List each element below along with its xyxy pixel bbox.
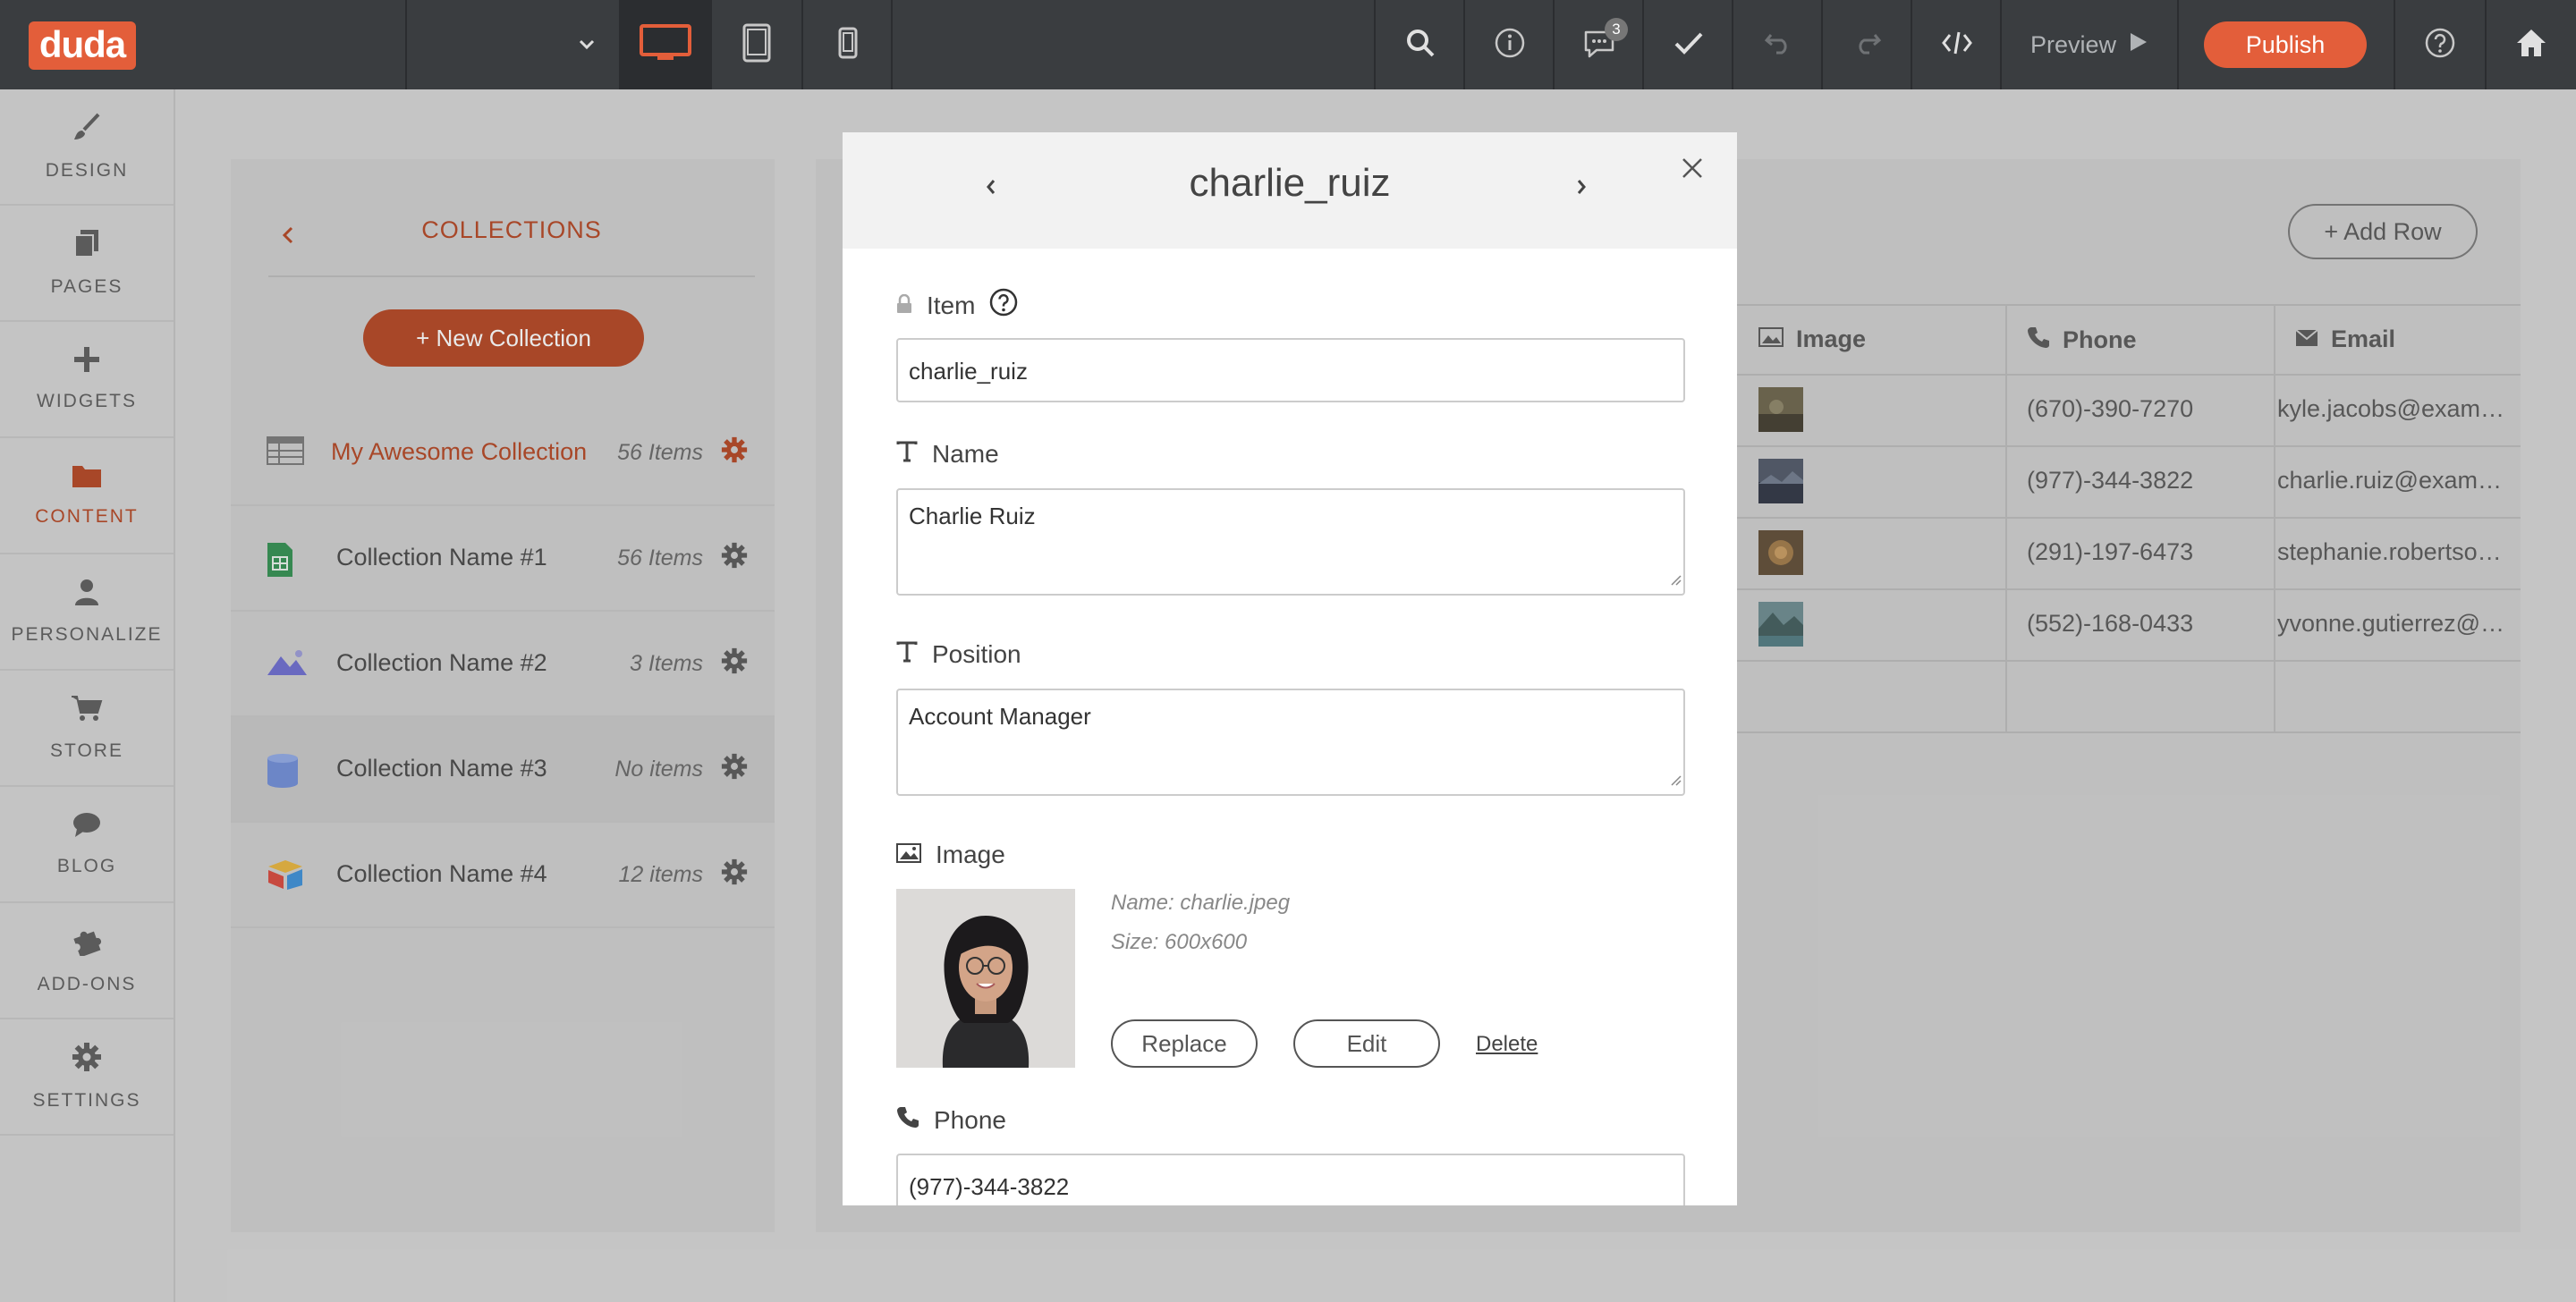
field-label-text: Image [936, 841, 1005, 868]
image-icon [896, 841, 921, 869]
modal-header: charlie_ruiz [843, 132, 1737, 249]
mobile-icon [838, 27, 858, 63]
help-icon [2424, 27, 2456, 63]
checklist-button[interactable] [1644, 0, 1733, 89]
delete-image-link[interactable]: Delete [1476, 1032, 1538, 1057]
preview-button[interactable]: Preview [2002, 0, 2177, 89]
replace-image-button[interactable]: Replace [1111, 1019, 1258, 1068]
field-label-text: Position [932, 640, 1021, 668]
code-editor-button[interactable] [1912, 0, 2002, 89]
phone-icon [896, 1105, 919, 1135]
info-icon [1494, 27, 1526, 63]
position-value: Account Manager [909, 703, 1091, 730]
tablet-view-button[interactable] [712, 0, 801, 89]
toolbar-divider [2177, 0, 2179, 89]
text-type-icon [896, 640, 918, 669]
position-textarea[interactable]: Account Manager [896, 689, 1685, 796]
help-button[interactable] [2395, 0, 2485, 89]
field-label-text: Name [932, 440, 999, 468]
image-size: Size: 600x600 [1111, 930, 1248, 954]
name-field-label: Name [896, 440, 999, 469]
comments-button[interactable]: 3 [1555, 0, 1644, 89]
name-value: Charlie Ruiz [909, 503, 1036, 529]
undo-button[interactable] [1733, 0, 1823, 89]
edit-image-button[interactable]: Edit [1293, 1019, 1440, 1068]
resize-handle-icon[interactable] [1667, 564, 1682, 592]
toolbar-divider [891, 0, 893, 89]
info-button[interactable] [1465, 0, 1555, 89]
phone-input[interactable]: (977)-344-3822 [896, 1154, 1685, 1205]
checkmark-icon [1674, 30, 1704, 60]
modal-title: charlie_ruiz [1189, 161, 1391, 205]
home-icon [2515, 28, 2547, 63]
tablet-icon [742, 23, 771, 67]
chevron-down-icon [578, 36, 596, 58]
redo-button[interactable] [1823, 0, 1912, 89]
redo-icon [1853, 31, 1882, 59]
preview-label: Preview [2029, 30, 2117, 58]
name-textarea[interactable]: Charlie Ruiz [896, 488, 1685, 596]
search-button[interactable] [1376, 0, 1465, 89]
item-input[interactable]: charlie_ruiz [896, 338, 1685, 402]
mobile-view-button[interactable] [803, 0, 893, 89]
code-icon [1941, 30, 1973, 61]
text-type-icon [896, 440, 918, 469]
lock-icon [896, 292, 912, 320]
help-circle-icon[interactable] [989, 288, 1018, 323]
resize-handle-icon[interactable] [1667, 765, 1682, 792]
item-edit-modal: charlie_ruiz Item charlie_ruiz Name Char… [843, 132, 1737, 1205]
item-field-label: Item [896, 288, 1018, 323]
next-item-icon[interactable] [1574, 175, 1589, 203]
profile-photo [896, 889, 1075, 1068]
image-filename: Name: charlie.jpeg [1111, 891, 1291, 915]
duda-logo[interactable]: duda [29, 21, 136, 70]
publish-button[interactable]: Publish [2204, 21, 2367, 68]
field-label-text: Item [927, 291, 976, 319]
play-icon [2129, 31, 2148, 59]
desktop-icon [640, 23, 691, 66]
top-toolbar: duda 3 Preview Publish [0, 0, 2576, 89]
search-icon [1405, 28, 1436, 63]
field-label-text: Phone [934, 1105, 1006, 1134]
comments-count-badge: 3 [1605, 18, 1628, 41]
position-field-label: Position [896, 640, 1021, 669]
home-button[interactable] [2487, 0, 2576, 89]
undo-icon [1764, 31, 1792, 59]
phone-field-label: Phone [896, 1105, 1006, 1135]
image-field-label: Image [896, 841, 1005, 869]
desktop-view-button[interactable] [621, 0, 710, 89]
page-selector-dropdown[interactable] [407, 0, 619, 89]
close-icon[interactable] [1680, 156, 1705, 185]
